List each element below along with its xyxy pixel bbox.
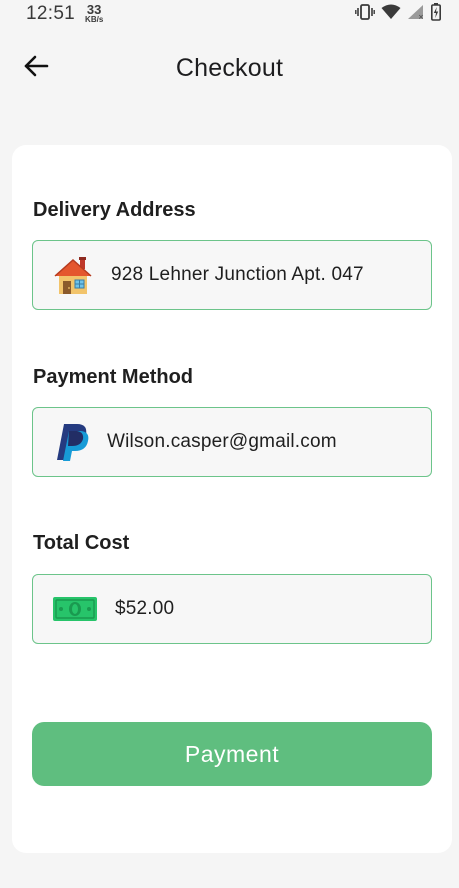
paypal-icon <box>51 420 95 464</box>
payment-method-value: Wilson.casper@gmail.com <box>107 431 337 452</box>
back-button[interactable] <box>22 54 50 82</box>
battery-icon <box>431 2 441 26</box>
total-cost-field[interactable]: $52.00 <box>32 574 432 644</box>
delivery-address-field[interactable]: 928 Lehner Junction Apt. 047 <box>32 240 432 310</box>
wifi-icon <box>381 4 401 25</box>
arrow-left-icon <box>23 55 49 82</box>
status-bar: 12:51 33 KB/s × <box>0 0 459 28</box>
total-cost-value: $52.00 <box>115 598 175 619</box>
payment-method-field[interactable]: Wilson.casper@gmail.com <box>32 407 432 477</box>
total-cost-label: Total Cost <box>33 532 130 554</box>
status-left: 12:51 33 KB/s <box>26 3 103 25</box>
house-icon <box>51 253 95 297</box>
page-title: Checkout <box>175 53 284 82</box>
delivery-address-label: Delivery Address <box>33 199 196 221</box>
status-icons: × <box>355 2 441 26</box>
vibrate-icon <box>355 3 375 25</box>
status-time: 12:51 <box>26 3 76 24</box>
network-speed-unit: KB/s <box>85 14 104 24</box>
checkout-card: Delivery Address 928 Lehner Junction Apt… <box>12 145 452 853</box>
delivery-address-value: 928 Lehner Junction Apt. 047 <box>111 264 364 285</box>
payment-method-label: Payment Method <box>33 366 194 388</box>
header: Checkout <box>0 28 459 108</box>
payment-button[interactable]: Payment <box>32 722 432 786</box>
network-speed: 33 KB/s <box>85 3 103 24</box>
network-speed-value: 33 <box>86 1 102 17</box>
svg-text:×: × <box>418 13 424 20</box>
money-icon <box>51 587 99 631</box>
signal-icon: × <box>407 4 425 25</box>
